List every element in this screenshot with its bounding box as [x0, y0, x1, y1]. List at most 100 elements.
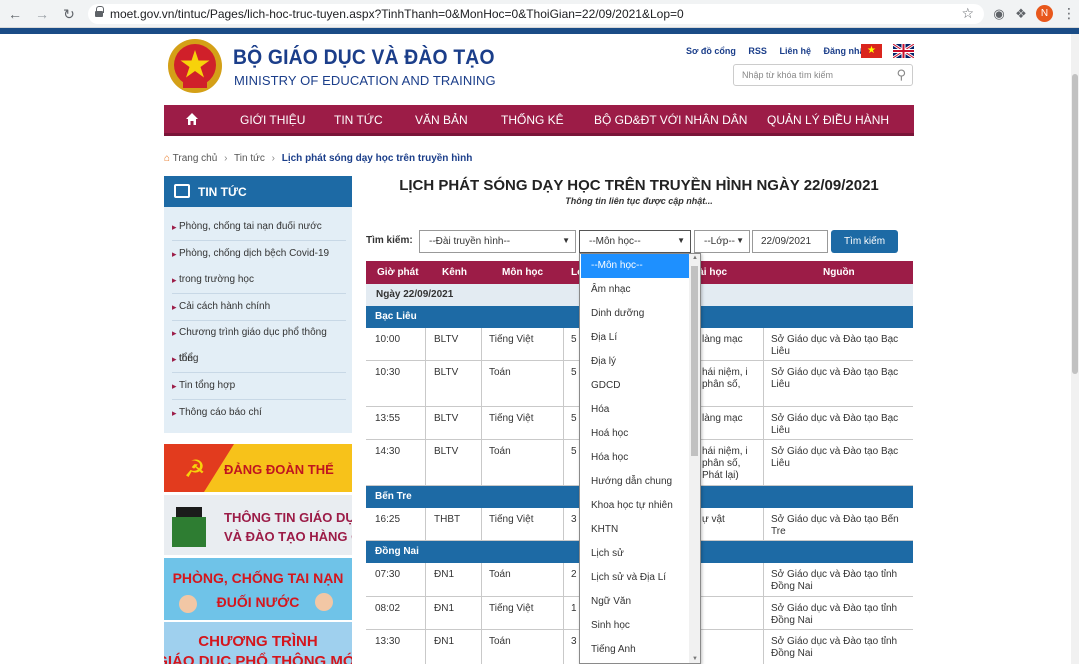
reload-icon[interactable]: ↻: [60, 5, 78, 23]
menu-icon[interactable]: ⋮: [1062, 5, 1076, 22]
banner-thong-tin-line2: VÀ ĐÀO TẠO HÀNG QUÝ: [224, 529, 352, 544]
back-icon[interactable]: ←: [6, 5, 24, 23]
dropdown-option[interactable]: Khoa học tự nhiên: [581, 494, 689, 518]
site-search-input[interactable]: Nhập từ khóa tìm kiếm ⚲: [733, 64, 913, 86]
station-select[interactable]: --Đài truyền hình-- ▼: [419, 230, 576, 253]
chevron-down-icon: ▼: [562, 236, 570, 245]
extension-icon[interactable]: ◉: [990, 5, 1008, 23]
banner-dang-doan-the-text: ĐẢNG ĐOÀN THỂ: [224, 462, 334, 477]
cell-grade: 2: [571, 569, 577, 580]
page-title: LỊCH PHÁT SÓNG DẠY HỌC TRÊN TRUYỀN HÌNH …: [399, 177, 879, 194]
grade-select-value: --Lớp--: [704, 236, 736, 247]
profile-avatar[interactable]: N: [1036, 5, 1053, 22]
col-source: Nguồn: [823, 267, 855, 278]
rss-link[interactable]: RSS: [748, 46, 767, 56]
dropdown-option[interactable]: Lịch sử và Địa Lí: [581, 566, 689, 590]
banner-phong-chong-duoi-nuoc[interactable]: PHÒNG, CHỐNG TAI NẠN ĐUỐI NƯỚC: [164, 558, 352, 620]
sidebar-item-covid[interactable]: Phòng, chống dịch bệch Covid-19: [172, 241, 346, 267]
grade-select[interactable]: --Lớp-- ▼: [694, 230, 750, 253]
search-icon[interactable]: ⚲: [896, 67, 906, 83]
address-bar[interactable]: moet.gov.vn/tintuc/Pages/lich-hoc-truc-t…: [88, 4, 984, 24]
subject-select-value: --Môn học--: [589, 236, 641, 247]
banner-dang-doan-the[interactable]: ☭ ĐẢNG ĐOÀN THỂ: [164, 444, 352, 492]
cell-channel: ĐN1: [434, 636, 455, 647]
sitemap-link[interactable]: Sơ đồ cổng: [686, 46, 736, 56]
dropdown-option[interactable]: Hóa học: [581, 446, 689, 470]
contact-link[interactable]: Liên hệ: [779, 46, 811, 56]
sidebar-item-admin-reform[interactable]: Cải cách hành chính: [172, 294, 346, 321]
scroll-up-icon[interactable]: ▲: [692, 255, 698, 261]
subject-select[interactable]: --Môn học-- ▼: [579, 230, 691, 253]
forward-icon[interactable]: →: [33, 5, 51, 23]
dropdown-option[interactable]: Địa lý: [581, 350, 689, 374]
top-links: Sơ đồ cổng RSS Liên hệ Đăng nhập: [686, 46, 880, 56]
chevron-down-icon: ▼: [736, 236, 744, 245]
dropdown-option[interactable]: --Môn học--: [581, 254, 689, 278]
bookmark-star-icon[interactable]: ☆: [961, 5, 974, 22]
nav-gioi-thieu[interactable]: GIỚI THIỆU: [240, 113, 305, 127]
cell-time: 08:02: [375, 603, 401, 614]
sidebar-item-summary[interactable]: Tin tổng hợp: [172, 373, 346, 400]
nav-quan-ly-dieu-hanh[interactable]: QUẢN LÝ ĐIỀU HÀNH: [767, 113, 889, 127]
cell-time: 10:30: [375, 367, 401, 378]
dropdown-option[interactable]: Dinh dưỡng: [581, 302, 689, 326]
sidebar-item-press-release[interactable]: Thông cáo báo chí: [172, 400, 346, 426]
cell-time: 13:30: [375, 636, 401, 647]
scroll-down-icon[interactable]: ▼: [692, 656, 698, 662]
cell-grade: 5: [571, 446, 577, 457]
banner-chuong-trinh-gdpt[interactable]: CHƯƠNG TRÌNH GIÁO DỤC PHỔ THÔNG MỚI: [164, 622, 352, 664]
chevron-down-icon: ▼: [677, 236, 685, 245]
sidebar-item-general-program-cont[interactable]: thể: [172, 346, 346, 373]
english-flag-icon[interactable]: [893, 44, 914, 58]
dropdown-option[interactable]: Hướng dẫn chung: [581, 470, 689, 494]
nav-thong-ke[interactable]: THỐNG KÊ: [501, 113, 564, 127]
banner-thong-tin-giao-duc[interactable]: THÔNG TIN GIÁO DỤC VÀ ĐÀO TẠO HÀNG QUÝ: [164, 495, 352, 555]
site-title: BỘ GIÁO DỤC VÀ ĐÀO TẠO: [233, 46, 495, 69]
breadcrumb-separator-icon: ›: [271, 153, 275, 164]
page-scrollbar[interactable]: [1071, 34, 1079, 664]
cell-lesson: hái niệm, i phân số, Phát lại): [702, 446, 748, 481]
cell-grade: 1: [571, 603, 577, 614]
dropdown-option[interactable]: Địa Lí: [581, 326, 689, 350]
dropdown-option[interactable]: Ngữ Văn: [581, 590, 689, 614]
dropdown-option[interactable]: Hóa: [581, 398, 689, 422]
date-input[interactable]: 22/09/2021: [752, 230, 828, 253]
nav-van-ban[interactable]: VĂN BẢN: [415, 113, 468, 127]
nav-bo-gddt-voi-nhan-dan[interactable]: BỘ GD&ĐT VỚI NHÂN DÂN: [594, 113, 747, 127]
dropdown-option[interactable]: Tiếng Anh: [581, 638, 689, 662]
nav-tin-tuc[interactable]: TIN TỨC: [334, 113, 383, 127]
emblem-logo[interactable]: [167, 38, 223, 94]
breadcrumb-news[interactable]: Tin tức: [234, 153, 265, 164]
breadcrumb-home[interactable]: Trang chủ: [173, 153, 218, 164]
search-button[interactable]: Tìm kiếm: [831, 230, 898, 253]
banner-gdpt-line1: CHƯƠNG TRÌNH: [198, 633, 317, 650]
dropdown-option[interactable]: Lịch sử: [581, 542, 689, 566]
dropdown-option[interactable]: Âm nhạc: [581, 278, 689, 302]
dropdown-option[interactable]: KHTN: [581, 518, 689, 542]
cell-source: Sở Giáo dục và Đào tạo tỉnh Đồng Nai: [771, 569, 898, 592]
subject-dropdown-list[interactable]: --Môn học-- Âm nhạc Dinh dưỡng Địa Lí Đị…: [579, 253, 701, 664]
search-label: Tìm kiếm:: [366, 235, 413, 246]
banner-thong-tin-line1: THÔNG TIN GIÁO DỤC: [224, 510, 352, 525]
breadcrumb-separator-icon: ›: [224, 153, 228, 164]
province-label: Bạc Liêu: [375, 311, 417, 322]
dropdown-option[interactable]: Sinh học: [581, 614, 689, 638]
home-icon[interactable]: [185, 112, 199, 126]
sidebar-item-covid-cont[interactable]: trong trường học: [172, 267, 346, 294]
dropdown-scroll-thumb[interactable]: [691, 266, 698, 456]
cell-time: 16:25: [375, 514, 401, 525]
vietnamese-flag-icon[interactable]: ★: [861, 44, 882, 58]
cell-channel: BLTV: [434, 334, 459, 345]
dropdown-option[interactable]: GDCD: [581, 374, 689, 398]
cell-source: Sở Giáo dục và Đào tạo tỉnh Đồng Nai: [771, 636, 898, 659]
scrollbar-thumb[interactable]: [1072, 74, 1078, 374]
banner-gdpt-line2: GIÁO DỤC PHỔ THÔNG MỚI: [164, 652, 352, 664]
sidebar-item-drowning-prevention[interactable]: Phòng, chống tai nạn đuối nước: [172, 214, 346, 241]
cell-source: Sở Giáo dục và Đào tạo Bạc Liêu: [771, 334, 899, 357]
cell-time: 07:30: [375, 569, 401, 580]
svg-text:☭: ☭: [184, 455, 206, 483]
breadcrumb: ⌂ Trang chủ › Tin tức › Lịch phát sóng d…: [164, 153, 472, 164]
dropdown-option[interactable]: Hoá học: [581, 422, 689, 446]
dropdown-scrollbar[interactable]: ▲ ▼: [689, 254, 700, 663]
puzzle-icon[interactable]: ❖: [1012, 5, 1030, 23]
